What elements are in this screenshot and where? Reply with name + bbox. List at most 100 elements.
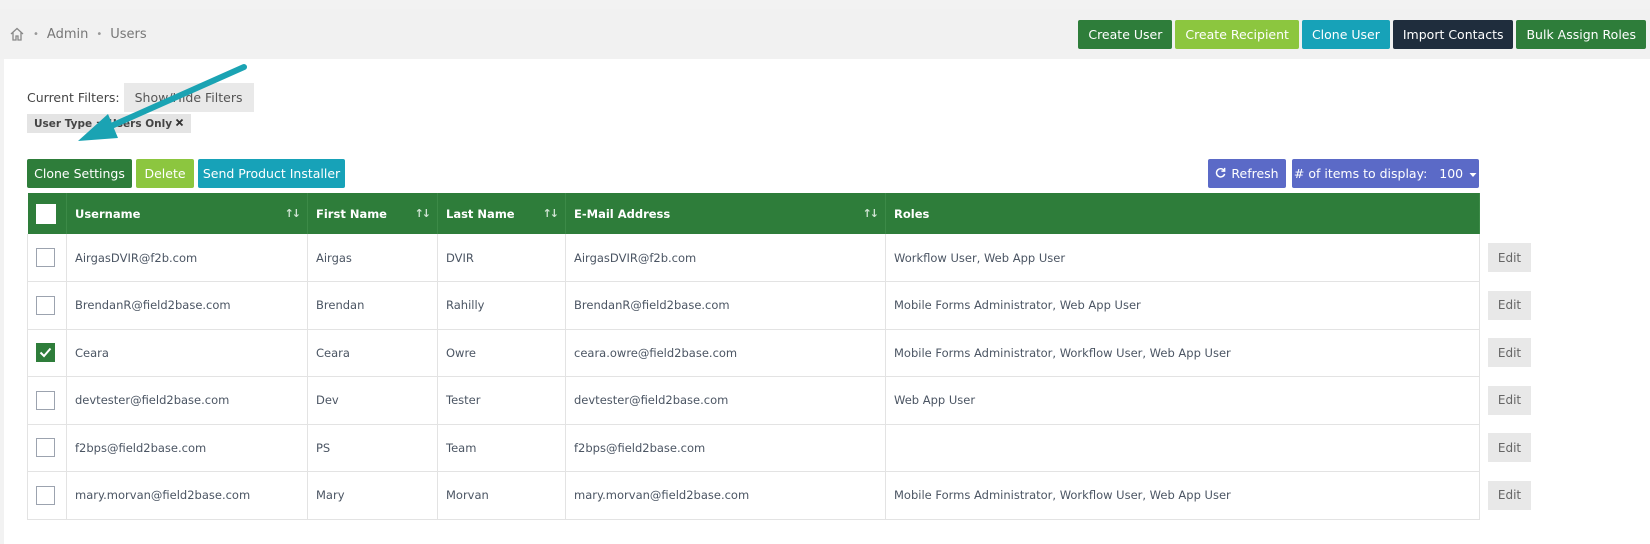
- cell-first-name: Mary: [307, 471, 438, 520]
- create-user-button[interactable]: Create User: [1078, 20, 1173, 49]
- items-to-display-value: 100: [1439, 166, 1464, 181]
- column-email[interactable]: E-Mail Address ↑↓: [565, 193, 886, 234]
- cell-roles: Mobile Forms Administrator, Workflow Use…: [885, 471, 1480, 520]
- sort-icon[interactable]: ↑↓: [863, 207, 880, 220]
- sort-icon[interactable]: ↑↓: [285, 207, 302, 220]
- row-select-cell: [27, 281, 67, 330]
- sort-icon[interactable]: ↑↓: [415, 207, 432, 220]
- row-select-cell: [27, 234, 67, 282]
- table-row[interactable]: mary.morvan@field2base.com Mary Morvan mary…: [27, 471, 1480, 520]
- row-checkbox[interactable]: [36, 248, 55, 267]
- refresh-button[interactable]: Refresh: [1208, 159, 1286, 188]
- edit-button[interactable]: Edit: [1488, 385, 1531, 415]
- row-select-cell: [27, 376, 67, 425]
- row-checkbox[interactable]: [36, 438, 55, 458]
- delete-button[interactable]: Delete: [136, 159, 194, 188]
- close-icon[interactable]: [175, 118, 184, 130]
- table-header-row: Username ↑↓ First Name ↑↓ Last Name ↑↓ E-Ma…: [27, 193, 1480, 234]
- cell-first-name: PS: [307, 424, 438, 472]
- current-filters: Current Filters: Show/Hide Filters: [27, 83, 254, 112]
- cell-roles: [885, 424, 1480, 472]
- sort-icon[interactable]: ↑↓: [543, 207, 560, 220]
- clone-user-button[interactable]: Clone User: [1301, 20, 1390, 49]
- refresh-icon: [1215, 166, 1226, 181]
- row-select-cell: [27, 424, 67, 472]
- cell-email: ceara.owre@field2base.com: [565, 329, 886, 377]
- row-checkbox[interactable]: [36, 295, 55, 315]
- column-header-label: First Name: [316, 206, 387, 221]
- users-table: Username ↑↓ First Name ↑↓ Last Name ↑↓ E-Ma…: [27, 193, 1480, 520]
- breadcrumb-item-admin[interactable]: Admin: [47, 27, 88, 42]
- cell-email: f2bps@field2base.com: [565, 424, 886, 472]
- cell-first-name: Ceara: [307, 329, 438, 377]
- cell-username: BrendanR@field2base.com: [66, 281, 308, 330]
- cell-username: Ceara: [66, 329, 308, 377]
- cell-first-name: Dev: [307, 376, 438, 425]
- cell-last-name: Morvan: [437, 471, 566, 520]
- cell-email: mary.morvan@field2base.com: [565, 471, 886, 520]
- home-icon[interactable]: [9, 26, 25, 42]
- bulk-assign-roles-button[interactable]: Bulk Assign Roles: [1516, 20, 1646, 49]
- select-all-checkbox[interactable]: [35, 203, 56, 224]
- row-checkbox[interactable]: [36, 485, 55, 505]
- breadcrumb-separator: •: [96, 28, 103, 40]
- filter-chip: User Type = Users Only: [27, 114, 192, 133]
- cell-username: AirgasDVIR@f2b.com: [66, 234, 308, 282]
- cell-email: BrendanR@field2base.com: [565, 281, 886, 330]
- cell-email: AirgasDVIR@f2b.com: [565, 234, 886, 282]
- edit-button[interactable]: Edit: [1488, 243, 1531, 272]
- header-actions: Create User Create Recipient Clone User Imp…: [1078, 20, 1646, 49]
- refresh-label: Refresh: [1231, 166, 1279, 181]
- cell-last-name: Rahilly: [437, 281, 566, 330]
- column-header-label: Last Name: [446, 206, 515, 221]
- edit-button[interactable]: Edit: [1488, 290, 1531, 320]
- breadcrumb-separator: •: [33, 28, 39, 40]
- column-header-label: E-Mail Address: [574, 206, 671, 221]
- row-checkbox[interactable]: [36, 343, 55, 363]
- cell-last-name: Owre: [437, 329, 566, 377]
- create-recipient-button[interactable]: Create Recipient: [1175, 20, 1299, 49]
- table-row[interactable]: devtester@field2base.com Dev Tester devtest…: [27, 376, 1480, 425]
- row-select-cell: [27, 471, 67, 520]
- cell-username: devtester@field2base.com: [66, 376, 308, 425]
- import-contacts-button[interactable]: Import Contacts: [1392, 20, 1514, 49]
- edit-button[interactable]: Edit: [1488, 480, 1531, 510]
- edit-button[interactable]: Edit: [1488, 338, 1531, 367]
- clone-settings-button[interactable]: Clone Settings: [27, 159, 132, 188]
- show-hide-filters-button[interactable]: Show/Hide Filters: [123, 83, 254, 112]
- edit-button[interactable]: Edit: [1488, 433, 1531, 462]
- table-row[interactable]: Ceara Ceara Owre ceara.owre@field2base.com M…: [27, 329, 1480, 377]
- row-checkbox[interactable]: [36, 390, 55, 410]
- cell-first-name: Brendan: [307, 281, 438, 330]
- cell-roles: Mobile Forms Administrator, Web App User: [885, 281, 1480, 330]
- cell-last-name: Tester: [437, 376, 566, 425]
- table-toolbar-right: Refresh # of items to display: 100: [1208, 159, 1479, 188]
- current-filters-label: Current Filters:: [27, 90, 120, 105]
- breadcrumb-item-users: Users: [110, 26, 147, 42]
- cell-username: f2bps@field2base.com: [66, 424, 308, 472]
- table-row[interactable]: AirgasDVIR@f2b.com Airgas DVIR AirgasDVIR@f…: [27, 234, 1480, 282]
- cell-last-name: Team: [437, 424, 566, 472]
- cell-first-name: Airgas: [307, 234, 438, 282]
- cell-roles: Mobile Forms Administrator, Workflow Use…: [885, 329, 1480, 377]
- filter-chip-label: User Type = Users Only: [34, 117, 173, 130]
- table-toolbar: Clone Settings Delete Send Product Insta…: [27, 159, 345, 188]
- items-to-display-label: # of items to display:: [1293, 166, 1428, 181]
- send-product-installer-button[interactable]: Send Product Installer: [198, 159, 345, 188]
- cell-last-name: DVIR: [437, 234, 566, 282]
- column-username[interactable]: Username ↑↓: [66, 193, 308, 234]
- column-header-label: Username: [75, 206, 141, 221]
- cell-username: mary.morvan@field2base.com: [66, 471, 308, 520]
- checkmark-icon: [39, 348, 52, 358]
- cell-roles: Workflow User, Web App User: [885, 234, 1480, 282]
- cell-roles: Web App User: [885, 376, 1480, 425]
- select-all-cell: [27, 193, 67, 234]
- column-last-name[interactable]: Last Name ↑↓: [437, 193, 566, 234]
- table-row[interactable]: BrendanR@field2base.com Brendan Rahilly Bre…: [27, 281, 1480, 330]
- column-first-name[interactable]: First Name ↑↓: [307, 193, 438, 234]
- table-row[interactable]: f2bps@field2base.com PS Team f2bps@field2ba…: [27, 424, 1480, 472]
- caret-down-icon: [1469, 166, 1477, 181]
- items-to-display-dropdown[interactable]: # of items to display: 100: [1292, 159, 1479, 188]
- cell-email: devtester@field2base.com: [565, 376, 886, 425]
- row-select-cell: [27, 329, 67, 377]
